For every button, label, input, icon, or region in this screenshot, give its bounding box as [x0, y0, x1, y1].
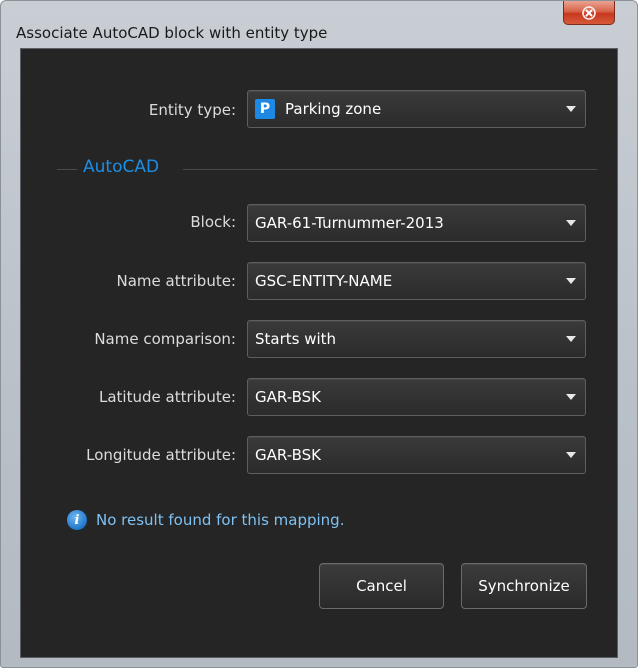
- longitude-attribute-value: GAR-BSK: [255, 446, 321, 464]
- window-title: Associate AutoCAD block with entity type: [16, 24, 328, 42]
- block-value: GAR-61-Turnummer-2013: [255, 214, 444, 232]
- entity-type-dropdown[interactable]: P Parking zone: [247, 90, 586, 128]
- title-bar[interactable]: Associate AutoCAD block with entity type: [1, 1, 637, 42]
- dialog-content: Entity type: P Parking zone AutoCAD Bloc…: [20, 48, 618, 658]
- info-icon: i: [67, 510, 87, 530]
- section-title-autocad: AutoCAD: [83, 157, 160, 177]
- block-label: Block:: [190, 213, 236, 231]
- name-attribute-dropdown[interactable]: GSC-ENTITY-NAME: [247, 262, 586, 300]
- block-dropdown[interactable]: GAR-61-Turnummer-2013: [247, 204, 586, 242]
- section-divider-left: [57, 169, 77, 170]
- name-attribute-value: GSC-ENTITY-NAME: [255, 272, 393, 290]
- entity-type-value: Parking zone: [285, 100, 382, 118]
- info-message-text: No result found for this mapping.: [96, 511, 345, 529]
- chevron-down-icon: [566, 278, 576, 284]
- latitude-attribute-label: Latitude attribute:: [99, 388, 236, 406]
- name-attribute-label: Name attribute:: [116, 272, 236, 290]
- close-icon: [582, 5, 596, 20]
- chevron-down-icon: [566, 336, 576, 342]
- chevron-down-icon: [566, 394, 576, 400]
- entity-type-label: Entity type:: [148, 101, 236, 119]
- name-comparison-dropdown[interactable]: Starts with: [247, 320, 586, 358]
- name-comparison-label: Name comparison:: [94, 330, 236, 348]
- section-divider-right: [183, 169, 597, 170]
- longitude-attribute-label: Longitude attribute:: [86, 446, 236, 464]
- latitude-attribute-value: GAR-BSK: [255, 388, 321, 406]
- name-comparison-value: Starts with: [255, 330, 337, 348]
- longitude-attribute-dropdown[interactable]: GAR-BSK: [247, 436, 586, 474]
- dialog-window: Associate AutoCAD block with entity type…: [0, 0, 638, 668]
- latitude-attribute-dropdown[interactable]: GAR-BSK: [247, 378, 586, 416]
- cancel-button[interactable]: Cancel: [319, 563, 444, 609]
- chevron-down-icon: [566, 220, 576, 226]
- parking-zone-icon: P: [255, 99, 275, 119]
- synchronize-button[interactable]: Synchronize: [461, 563, 587, 609]
- info-message: i No result found for this mapping.: [67, 509, 344, 531]
- chevron-down-icon: [566, 106, 576, 112]
- chevron-down-icon: [566, 452, 576, 458]
- close-button[interactable]: [563, 1, 615, 25]
